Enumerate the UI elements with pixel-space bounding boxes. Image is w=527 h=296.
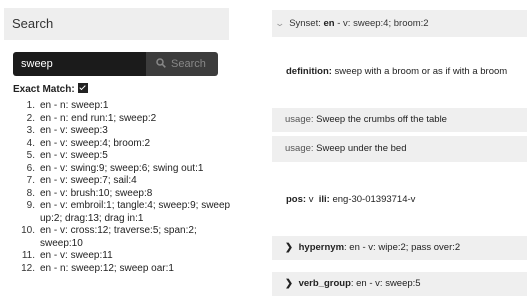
results-list: 1. en - n: sweep:1 2. en - n: end run:1; sw… — [18, 100, 233, 275]
search-bar: sweep Search — [13, 52, 218, 76]
result-item[interactable]: 12. en - n: sweep:12; sweep oar:1 — [18, 263, 233, 276]
result-item[interactable]: 8. en - v: brush:10; sweep:8 — [18, 188, 233, 201]
result-number: 8. — [26, 187, 35, 199]
usage-row: usage: Sweep under the bed — [272, 136, 527, 162]
verb-group-value: : en - v: sweep:5 — [350, 278, 421, 289]
result-item[interactable]: 11. en - v: sweep:11 — [18, 250, 233, 263]
result-link[interactable]: en - v: swing:9; sweep:6; swing out:1 — [40, 163, 203, 174]
pos-value: v — [308, 194, 314, 205]
result-item[interactable]: 5. en - v: sweep:5 — [18, 150, 233, 163]
result-item[interactable]: 10. en - v: cross:12; traverse:5; span:2;… — [18, 225, 233, 250]
result-number: 7. — [26, 175, 35, 186]
search-button[interactable]: Search — [146, 52, 218, 76]
usage-label: usage: — [285, 143, 314, 154]
search-input[interactable]: sweep — [13, 52, 146, 76]
result-number: 2. — [26, 112, 35, 124]
result-number: 5. — [26, 150, 35, 161]
definition-value: sweep with a broom or as if with a broom — [334, 66, 508, 77]
verb-group-label: verb_group — [298, 278, 351, 289]
hypernym-row[interactable]: ❯ hypernym: en - v: wipe:2; pass over:2 — [272, 236, 527, 260]
result-number: 12. — [21, 262, 35, 274]
result-number: 6. — [26, 162, 35, 174]
search-icon — [156, 58, 166, 68]
result-item[interactable]: 2. en - n: end run:1; sweep:2 — [18, 113, 233, 126]
synset-label: Synset: — [289, 18, 321, 29]
search-panel-header: Search — [4, 8, 229, 40]
result-item[interactable]: 6. en - v: swing:9; sweep:6; swing out:1 — [18, 163, 233, 176]
result-item[interactable]: 4. en - v: sweep:4; broom:2 — [18, 138, 233, 151]
usage-label: usage: — [285, 114, 314, 125]
verb-group-row[interactable]: ❯ verb_group: en - v: sweep:5 — [272, 272, 527, 296]
hypernym-label: hypernym — [298, 242, 345, 253]
pos-row: pos: v ili: eng-30-01393714-v — [272, 190, 527, 210]
result-item[interactable]: 3. en - v: sweep:3 — [18, 125, 233, 138]
exact-match-label: Exact Match: — [13, 84, 75, 95]
result-item[interactable]: 1. en - n: sweep:1 — [18, 100, 233, 113]
hypernym-value: : en - v: wipe:2; pass over:2 — [344, 242, 461, 253]
synset-detail-pane: ⌄ Synset: en - v: sweep:4; broom:2 defin… — [272, 0, 527, 296]
result-link[interactable]: en - v: brush:10; sweep:8 — [40, 188, 152, 199]
result-item[interactable]: 9. en - v: embroil:1; tangle:4; sweep:9; … — [18, 200, 233, 225]
result-number: 3. — [26, 125, 35, 136]
exact-match-checkbox[interactable] — [77, 83, 88, 94]
result-link[interactable]: en - v: sweep:11 — [40, 250, 113, 261]
pos-label: pos: — [286, 194, 307, 205]
definition-label: definition: — [286, 66, 332, 77]
definition-row: definition: sweep with a broom or as if … — [272, 62, 527, 82]
ili-value: eng-30-01393714-v — [332, 194, 416, 205]
result-link[interactable]: en - v: sweep:4; broom:2 — [40, 138, 150, 149]
chevron-right-icon: ❯ — [285, 278, 293, 289]
result-link[interactable]: en - v: sweep:5 — [40, 150, 108, 161]
synset-header[interactable]: ⌄ Synset: en - v: sweep:4; broom:2 — [272, 10, 527, 37]
usage-value: Sweep under the bed — [316, 143, 407, 154]
result-link[interactable]: en - v: sweep:7; sail:4 — [40, 175, 137, 186]
chevron-down-icon: ⌄ — [274, 18, 286, 28]
synset-lang: en — [323, 18, 335, 29]
result-item[interactable]: 7. en - v: sweep:7; sail:4 — [18, 175, 233, 188]
result-link[interactable]: en - v: sweep:3 — [40, 125, 108, 136]
exact-match-row: Exact Match: — [13, 83, 88, 95]
chevron-right-icon: ❯ — [285, 242, 293, 253]
result-link[interactable]: en - n: sweep:12; sweep oar:1 — [40, 263, 174, 274]
ili-label: ili: — [318, 194, 330, 205]
result-number: 4. — [26, 137, 35, 149]
result-number: 10. — [21, 225, 35, 236]
result-number: 9. — [26, 200, 35, 211]
result-number: 11. — [21, 250, 35, 261]
synset-value: - v: sweep:4; broom:2 — [334, 18, 429, 29]
search-pane: Search sweep Search Exact Match: 1. en - … — [0, 0, 238, 294]
result-link[interactable]: en - v: embroil:1; tangle:4; sweep:9; sw… — [40, 200, 230, 224]
result-link[interactable]: en - v: cross:12; traverse:5; span:2; sw… — [40, 225, 197, 249]
result-link[interactable]: en - n: sweep:1 — [40, 100, 108, 111]
search-button-label: Search — [171, 58, 206, 70]
usage-row: usage: Sweep the crumbs off the table — [272, 108, 527, 132]
result-number: 1. — [26, 100, 35, 111]
result-link[interactable]: en - n: end run:1; sweep:2 — [40, 113, 156, 124]
usage-value: Sweep the crumbs off the table — [316, 114, 447, 125]
